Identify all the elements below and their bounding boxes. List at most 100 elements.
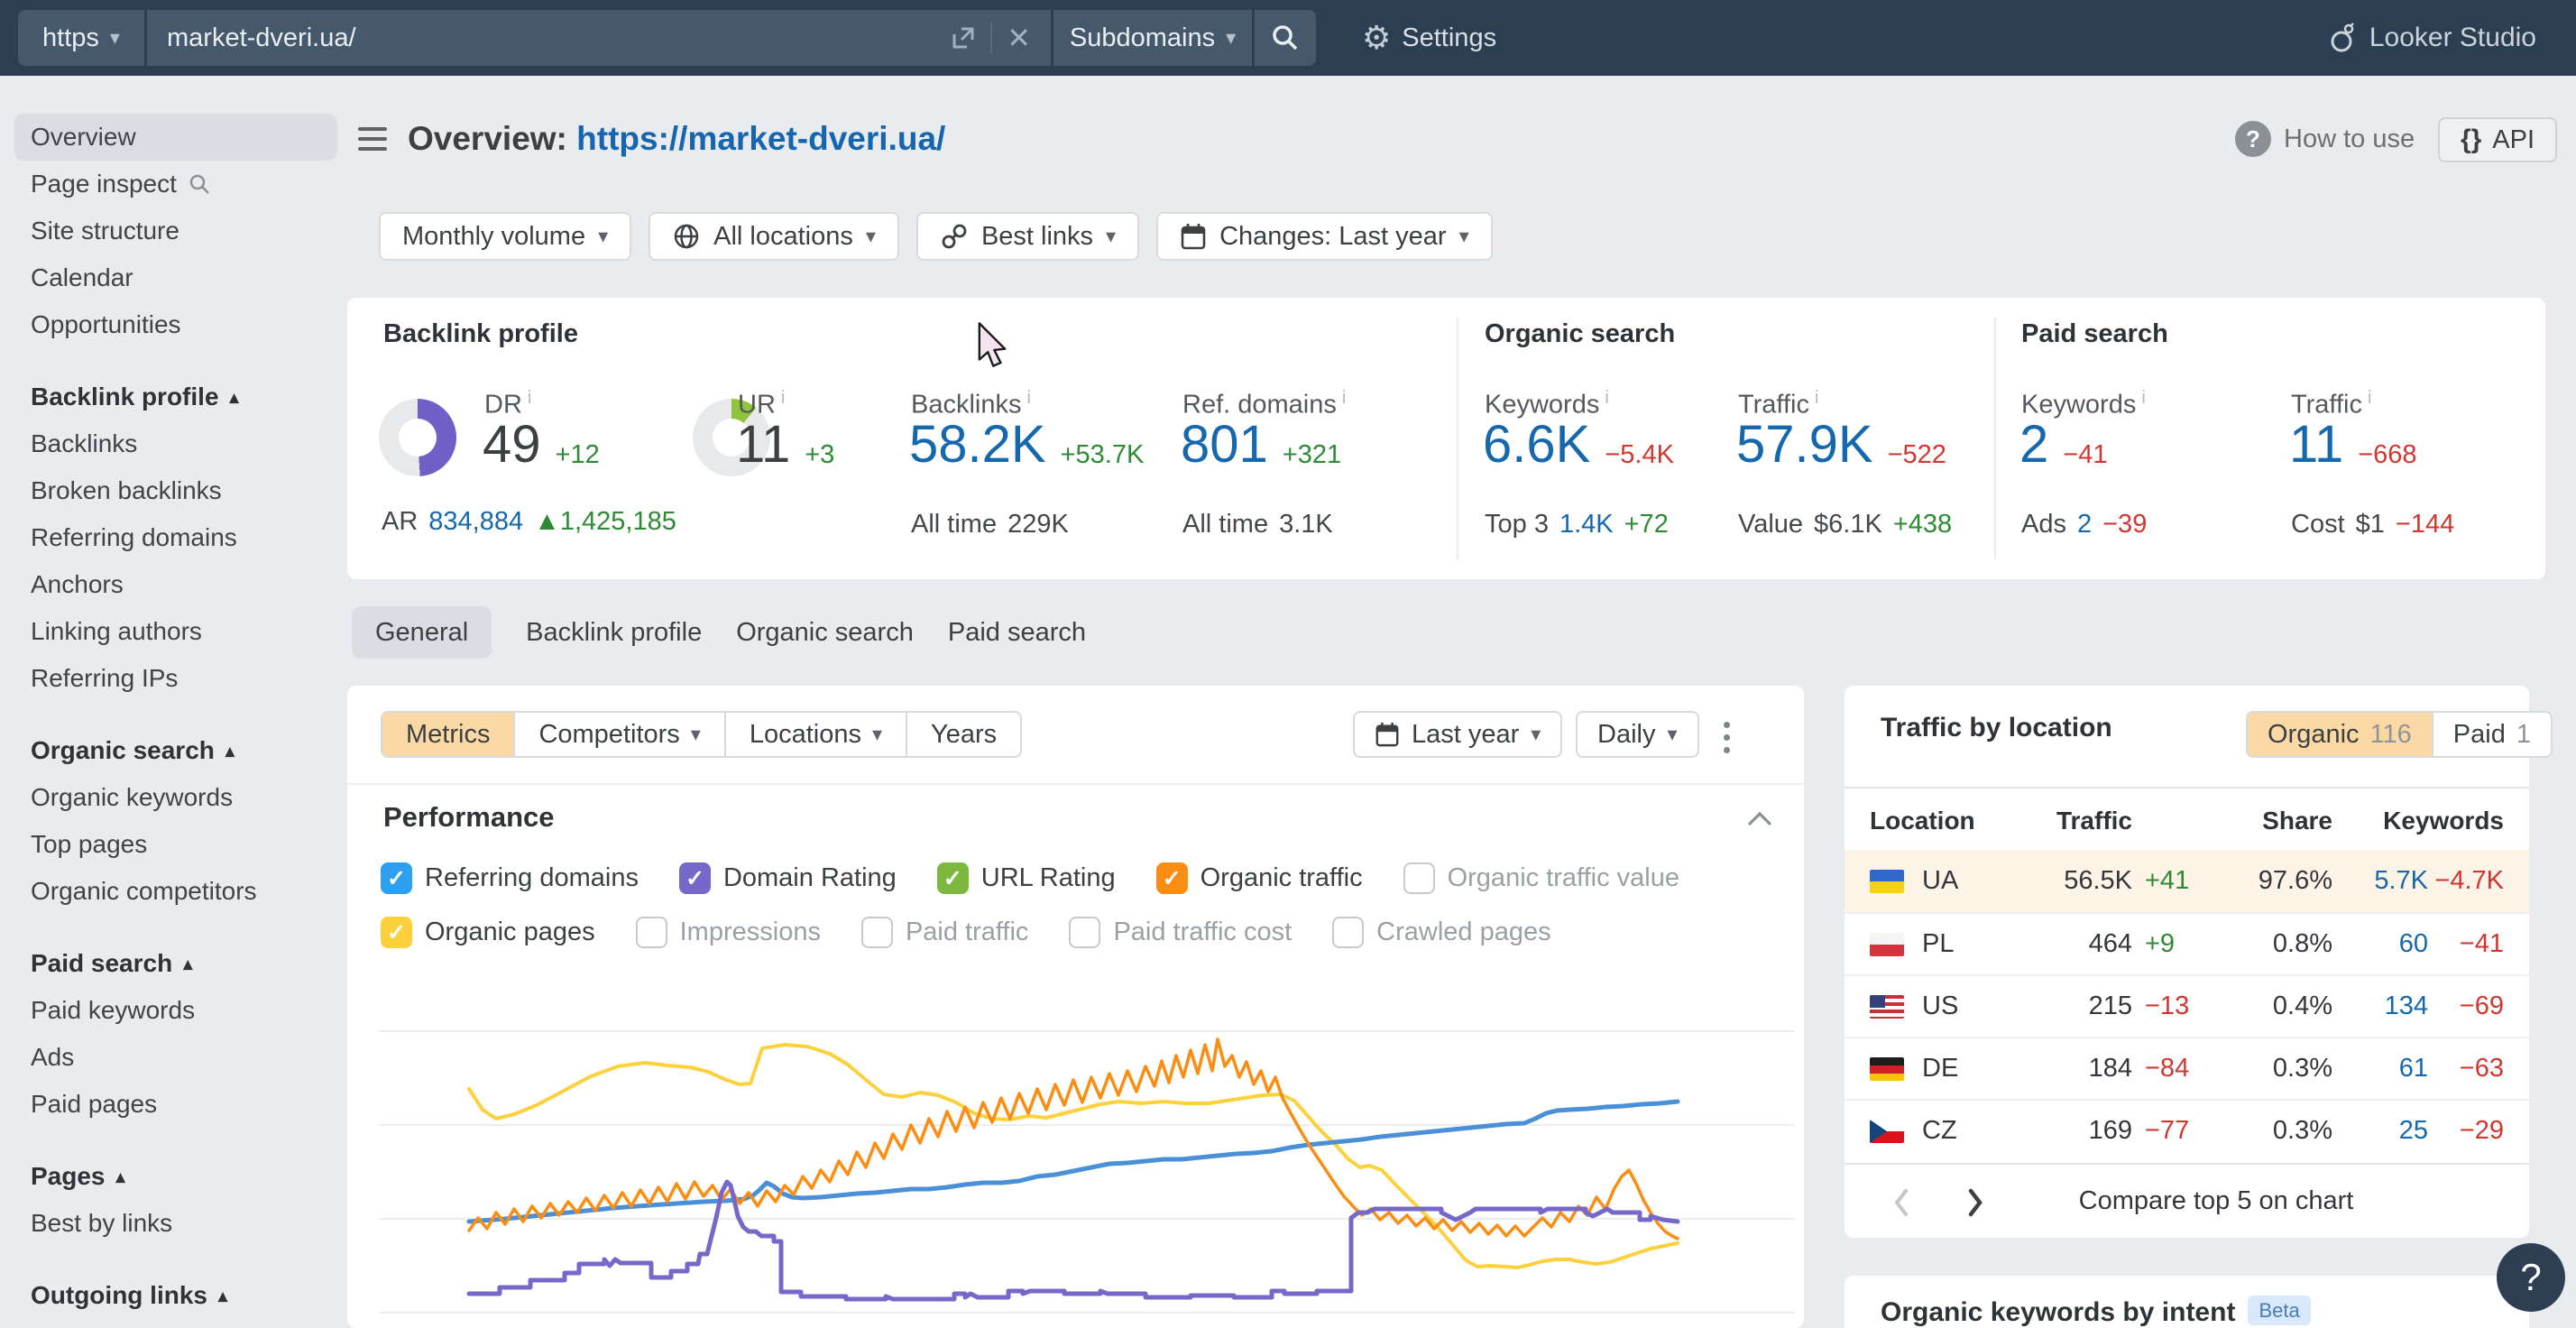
changes-filter-dropdown[interactable]: Changes: Last year▾ — [1156, 212, 1493, 261]
sidebar-item-organic-competitors[interactable]: Organic competitors — [0, 868, 352, 915]
checkbox-url-rating[interactable]: ✓URL Rating — [937, 862, 1116, 894]
col-keywords[interactable]: Keywords — [2332, 807, 2504, 835]
checkbox-crawled-pages[interactable]: Crawled pages — [1332, 917, 1550, 948]
ur-value: 11 — [736, 419, 790, 471]
sidebar-item-opportunities[interactable]: Opportunities — [0, 301, 352, 348]
organic-keywords-value[interactable]: 6.6K — [1483, 419, 1590, 471]
toggle-paid[interactable]: Paid 1 — [2432, 713, 2551, 756]
chevron-down-icon: ▾ — [1106, 225, 1116, 248]
how-to-use-button[interactable]: ? How to use — [2235, 121, 2415, 157]
target-url-input[interactable]: market-dveri.ua/ ✕ — [147, 10, 1051, 66]
paid-keywords-value[interactable]: 2 — [2019, 419, 2048, 471]
ref-domains-value-row: 801 +321 — [1181, 419, 1341, 471]
scope-select[interactable]: Subdomains ▾ — [1053, 10, 1252, 66]
segment-metrics[interactable]: Metrics — [382, 713, 513, 756]
sidebar-item-referring-domains[interactable]: Referring domains — [0, 514, 352, 561]
locations-filter-dropdown[interactable]: All locations▾ — [649, 212, 899, 261]
table-row-de[interactable]: DE 184 −84 0.3% 61 −63 — [1845, 1037, 2529, 1099]
divider — [1994, 318, 1996, 559]
sidebar-item-linked-domains[interactable]: Linked domains — [0, 1319, 352, 1328]
open-external-icon[interactable] — [949, 24, 976, 51]
checkbox-organic-traffic[interactable]: ✓Organic traffic — [1156, 862, 1363, 894]
ref-domains-value[interactable]: 801 — [1181, 419, 1268, 471]
segment-locations[interactable]: Locations▾ — [724, 713, 906, 756]
target-url-link[interactable]: https://market-dveri.ua/ — [576, 120, 945, 157]
table-row-pl[interactable]: PL 464 +9 0.8% 60 −41 — [1845, 912, 2529, 974]
sidebar-section-organic-search[interactable]: Organic search▴ — [0, 727, 352, 774]
sidebar-section-outgoing-links[interactable]: Outgoing links▴ — [0, 1272, 352, 1319]
tab-paid-search[interactable]: Paid search — [948, 606, 1086, 659]
sidebar-item-backlinks[interactable]: Backlinks — [0, 420, 352, 467]
sidebar-item-paid-pages[interactable]: Paid pages — [0, 1081, 352, 1128]
collapse-sidebar-icon[interactable] — [358, 127, 387, 157]
backlinks-value[interactable]: 58.2K — [909, 419, 1046, 471]
links-filter-dropdown[interactable]: Best links▾ — [916, 212, 1139, 261]
sidebar-item-page-inspect[interactable]: Page inspect — [0, 161, 352, 208]
performance-line-chart[interactable] — [379, 976, 1795, 1328]
sidebar-item-overview[interactable]: Overview — [14, 114, 337, 161]
sidebar-item-anchors[interactable]: Anchors — [0, 561, 352, 608]
beta-badge: Beta — [2248, 1296, 2310, 1325]
checkbox-icon — [1069, 917, 1100, 948]
toggle-organic[interactable]: Organic 116 — [2248, 713, 2432, 756]
sidebar-item-top-pages[interactable]: Top pages — [0, 821, 352, 868]
protocol-select[interactable]: https ▾ — [18, 10, 144, 66]
paid-traffic-value[interactable]: 11 — [2289, 419, 2343, 471]
segment-years[interactable]: Years — [906, 713, 1020, 756]
sidebar-item-broken-backlinks[interactable]: Broken backlinks — [0, 467, 352, 514]
backlink-profile-section-title: Backlink profile — [383, 319, 578, 349]
checkbox-domain-rating[interactable]: ✓Domain Rating — [679, 862, 897, 894]
col-share[interactable]: Share — [2215, 807, 2332, 835]
next-page-icon[interactable] — [1964, 1186, 1985, 1219]
help-button[interactable]: ? — [2497, 1243, 2565, 1312]
volume-filter-dropdown[interactable]: Monthly volume▾ — [379, 212, 631, 261]
paid-count: 1 — [2516, 720, 2531, 750]
col-location[interactable]: Location — [1870, 807, 2009, 835]
intent-title: Organic keywords by intentBeta — [1881, 1297, 2311, 1328]
checkbox-organic-pages[interactable]: ✓Organic pages — [381, 917, 595, 948]
sidebar-item-linking-authors[interactable]: Linking authors — [0, 608, 352, 655]
table-row-cz[interactable]: CZ 169 −77 0.3% 25 −29 — [1845, 1099, 2529, 1161]
sidebar-item-paid-keywords[interactable]: Paid keywords — [0, 987, 352, 1034]
tab-general[interactable]: General — [352, 606, 492, 659]
prev-page-icon[interactable] — [1891, 1186, 1913, 1219]
sidebar-section-pages[interactable]: Pages▴ — [0, 1153, 352, 1200]
granularity-dropdown[interactable]: Daily ▾ — [1576, 711, 1699, 758]
sidebar-section-paid-search[interactable]: Paid search▴ — [0, 940, 352, 987]
checkbox-organic-traffic-value[interactable]: Organic traffic value — [1403, 862, 1679, 894]
table-row-us[interactable]: US 215 −13 0.4% 134 −69 — [1845, 974, 2529, 1037]
api-button[interactable]: {} API — [2438, 117, 2557, 162]
triangle-up-icon: ▲ — [534, 507, 560, 536]
search-button[interactable] — [1255, 10, 1316, 66]
organic-traffic-value[interactable]: 57.9K — [1736, 419, 1873, 471]
settings-button[interactable]: ⚙ Settings — [1362, 0, 1496, 76]
tab-backlink-profile[interactable]: Backlink profile — [526, 606, 702, 659]
checkbox-referring-domains[interactable]: ✓Referring domains — [381, 862, 639, 894]
segment-competitors[interactable]: Competitors▾ — [513, 713, 723, 756]
table-row-ua[interactable]: UA 56.5K +41 97.6% 5.7K −4.7K — [1845, 850, 2529, 912]
sidebar-item-ads[interactable]: Ads — [0, 1034, 352, 1081]
more-options-icon[interactable] — [1724, 722, 1731, 760]
overview-tabs: General Backlink profile Organic search … — [352, 606, 1086, 659]
gear-icon: ⚙ — [1362, 22, 1391, 54]
sidebar-section-backlink-profile[interactable]: Backlink profile▴ — [0, 374, 352, 420]
sidebar-item-organic-keywords[interactable]: Organic keywords — [0, 774, 352, 821]
date-range-dropdown[interactable]: Last year ▾ — [1353, 711, 1562, 758]
compare-top5-link[interactable]: Compare top 5 on chart — [2036, 1186, 2397, 1216]
performance-title: Performance — [383, 801, 555, 834]
chevron-down-icon: ▾ — [872, 723, 882, 746]
col-traffic[interactable]: Traffic — [2009, 807, 2132, 835]
checkbox-paid-traffic-cost[interactable]: Paid traffic cost — [1069, 917, 1292, 948]
clear-url-icon[interactable]: ✕ — [1007, 23, 1031, 52]
info-icon: i — [1342, 388, 1346, 408]
checkbox-impressions[interactable]: Impressions — [636, 917, 821, 948]
checkbox-paid-traffic[interactable]: Paid traffic — [861, 917, 1028, 948]
sidebar-item-site-structure[interactable]: Site structure — [0, 208, 352, 254]
tab-organic-search[interactable]: Organic search — [736, 606, 914, 659]
sidebar-item-calendar[interactable]: Calendar — [0, 254, 352, 301]
sidebar-item-referring-ips[interactable]: Referring IPs — [0, 655, 352, 702]
ar-value[interactable]: 834,884 — [428, 507, 523, 537]
collapse-section-icon[interactable] — [1747, 810, 1772, 826]
looker-studio-button[interactable]: Looker Studio — [2328, 0, 2536, 76]
sidebar-item-best-by-links[interactable]: Best by links — [0, 1200, 352, 1247]
